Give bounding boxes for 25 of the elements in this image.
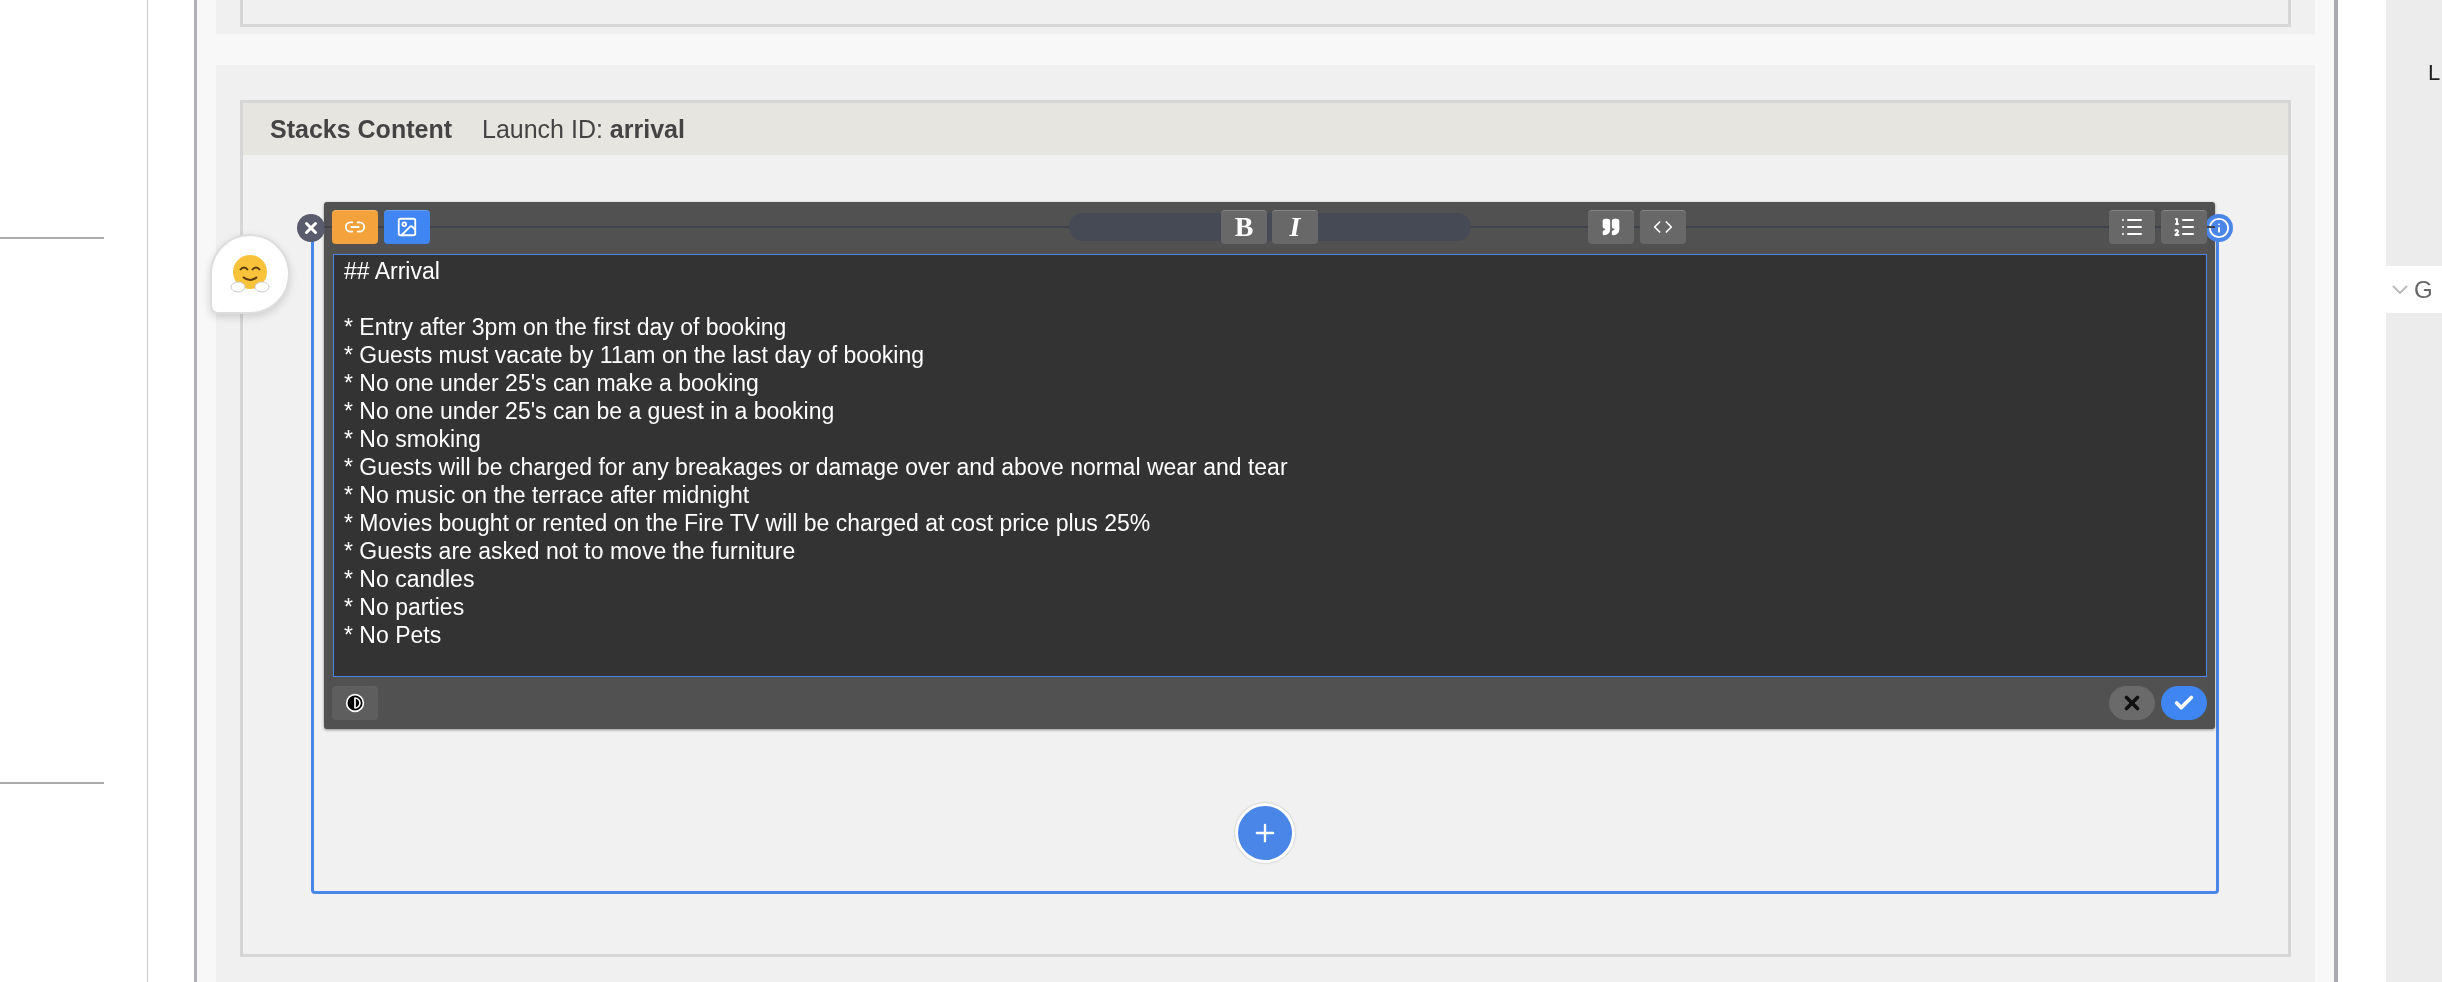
group-header[interactable]: G [2386, 266, 2442, 313]
italic-button[interactable]: I [1272, 209, 1318, 244]
contrast-icon [345, 693, 365, 713]
bullet-list-button[interactable] [2109, 209, 2155, 244]
panel-title: Stacks Content [270, 114, 452, 144]
cancel-button[interactable] [2109, 686, 2155, 720]
close-icon [302, 219, 320, 237]
quote-icon [1600, 217, 1621, 237]
confirm-button[interactable] [2161, 686, 2207, 720]
bold-button[interactable]: B [1221, 209, 1267, 244]
code-button[interactable] [1639, 209, 1686, 244]
group-label: G [2414, 275, 2433, 304]
add-button[interactable] [1235, 803, 1295, 863]
quote-button[interactable] [1587, 209, 1634, 244]
link-button[interactable] [332, 209, 378, 244]
image-button[interactable] [384, 209, 430, 244]
image-icon [396, 216, 418, 238]
launch-id-text: Launch ID: arrival [482, 114, 685, 144]
markdown-input-field[interactable]: ## Arrival * Entry after 3pm on the first day of booking * Guests must vacate by 11am on the last day of booking * No one under 25's can make a booking * No one under 25's can be a guest in a booking * No smoking * Guests will be charged for any breakages or damage over and above normal wear and tear * No music on the terrace after midnight * Movies bought or rented on the Fire TV will be charged at cost price plus 25% * Guests are asked not to move the furniture * No candles * No parties * No Pets [333, 254, 2207, 677]
numbered-list-icon [2172, 215, 2196, 239]
smiley-icon [228, 252, 272, 296]
contrast-button[interactable] [332, 686, 378, 720]
sidebar-label: L [2428, 60, 2442, 86]
close-button[interactable] [297, 214, 325, 242]
numbered-list-button[interactable] [2161, 209, 2207, 244]
